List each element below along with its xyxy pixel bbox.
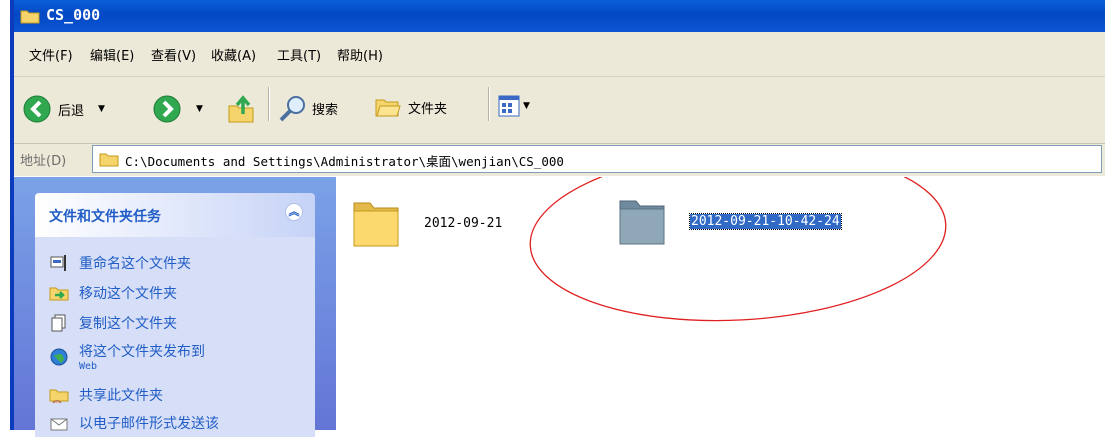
publish-web-sub: Web — [79, 361, 98, 372]
address-field[interactable]: C:\Documents and Settings\Administrator\… — [92, 145, 1102, 173]
file-list-view[interactable]: 2012-09-21 2012-09-21-10-42-24 — [336, 177, 1105, 430]
forward-arrow-icon — [153, 95, 181, 123]
publish-web-icon — [50, 348, 68, 366]
address-label: 地址(D) — [20, 154, 67, 169]
menu-edit[interactable]: 编辑(E) — [90, 45, 134, 64]
views-icon — [498, 95, 520, 117]
red-annotation-ellipse — [529, 177, 947, 322]
menu-view[interactable]: 查看(V) — [151, 45, 196, 64]
panel-header[interactable]: 文件和文件夹任务 ︽ — [35, 193, 315, 237]
views-dropdown-icon[interactable]: ▼ — [523, 101, 530, 111]
back-dropdown-icon[interactable]: ▼ — [98, 104, 105, 114]
task-rename-folder[interactable]: 重命名这个文件夹 — [49, 253, 191, 273]
window-title: CS_000 — [46, 6, 101, 24]
file-folder-tasks-panel: 文件和文件夹任务 ︽ 重命名这个文件夹 移动这个文件夹 复制这个文件夹 将这个文… — [35, 193, 315, 437]
views-button[interactable]: ▼ — [498, 95, 530, 117]
task-share-folder[interactable]: 共享此文件夹 — [49, 385, 163, 405]
menu-favorites[interactable]: 收藏(A) — [211, 45, 256, 64]
panel-body: 重命名这个文件夹 移动这个文件夹 复制这个文件夹 将这个文件夹发布到 Web 共… — [35, 237, 315, 437]
menu-bar: 文件(F) 编辑(E) 查看(V) 收藏(A) 工具(T) 帮助(H) — [14, 32, 1105, 77]
copy-icon — [51, 314, 66, 332]
panel-title: 文件和文件夹任务 — [49, 209, 161, 225]
search-button[interactable]: 搜索 — [278, 93, 338, 123]
folders-button[interactable]: 文件夹 — [374, 94, 447, 120]
rename-icon — [50, 255, 66, 271]
search-label: 搜索 — [312, 102, 339, 118]
folder-icon — [20, 8, 40, 28]
back-button[interactable]: 后退 ▼ — [22, 94, 105, 124]
share-icon — [49, 389, 69, 404]
collapse-chevron-icon[interactable]: ︽ — [285, 203, 303, 221]
email-icon — [50, 418, 68, 431]
back-label: 后退 — [58, 103, 85, 119]
forward-button[interactable]: ▼ — [152, 94, 203, 124]
task-publish-web[interactable]: 将这个文件夹发布到 Web — [49, 341, 205, 372]
up-folder-icon — [228, 95, 254, 123]
standard-toolbar: 后退 ▼ ▼ 搜索 文件夹 ▼ — [14, 77, 1105, 144]
title-bar[interactable]: CS_000 — [14, 0, 1105, 32]
publish-web-label: 将这个文件夹发布到 — [79, 344, 205, 360]
address-bar: 地址(D) C:\Documents and Settings\Administ… — [14, 144, 1105, 176]
menu-help[interactable]: 帮助(H) — [337, 45, 383, 64]
up-button[interactable] — [226, 92, 256, 124]
task-move-folder[interactable]: 移动这个文件夹 — [49, 283, 177, 303]
forward-dropdown-icon[interactable]: ▼ — [196, 104, 203, 114]
address-path: C:\Documents and Settings\Administrator\… — [125, 154, 564, 169]
address-folder-icon — [99, 151, 119, 171]
menu-file[interactable]: 文件(F) — [29, 45, 73, 64]
folders-label: 文件夹 — [408, 101, 448, 117]
task-email-folder[interactable]: 以电子邮件形式发送该 — [49, 413, 219, 433]
back-arrow-icon — [23, 95, 51, 123]
task-copy-folder[interactable]: 复制这个文件夹 — [49, 313, 177, 333]
menu-tools[interactable]: 工具(T) — [277, 45, 321, 64]
task-pane: 文件和文件夹任务 ︽ 重命名这个文件夹 移动这个文件夹 复制这个文件夹 将这个文… — [14, 177, 336, 437]
search-icon — [279, 96, 305, 122]
move-icon — [49, 287, 69, 301]
folders-icon — [375, 99, 401, 117]
